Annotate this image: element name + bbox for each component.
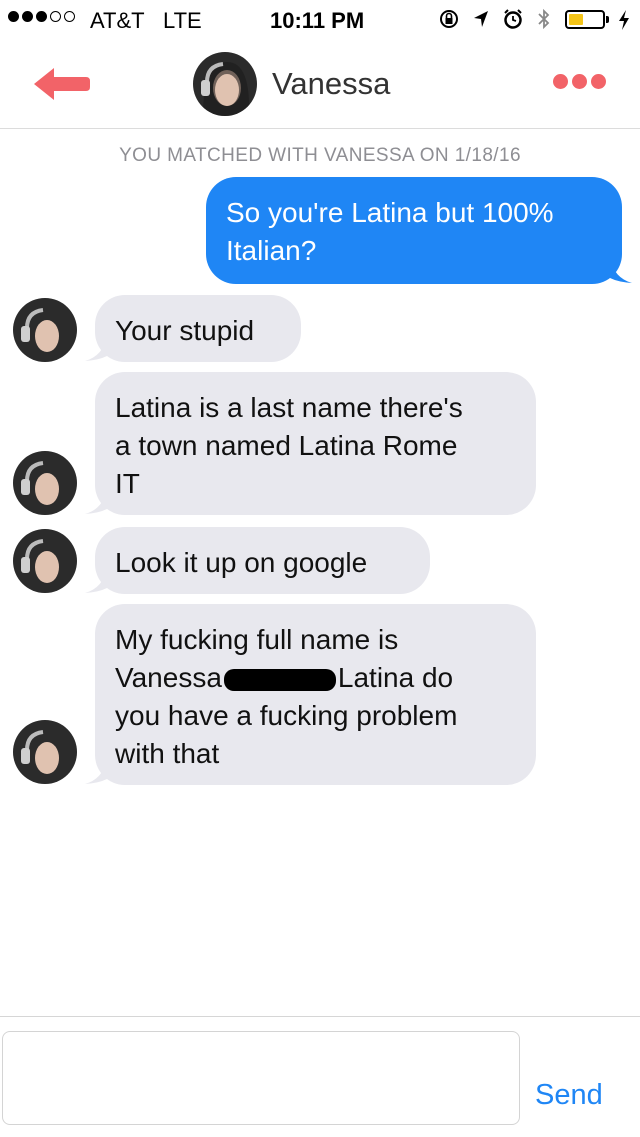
carrier-label: AT&T <box>90 8 145 33</box>
more-options-button[interactable] <box>553 74 606 89</box>
back-button[interactable] <box>30 64 92 104</box>
match-notice: YOU MATCHED WITH VANESSA ON 1/18/16 <box>119 145 521 166</box>
message-line: Italian? <box>226 235 317 266</box>
message-line: My fucking full name is <box>115 624 399 655</box>
message-line: So you're Latina but 100% <box>226 197 554 228</box>
contact-avatar[interactable] <box>13 529 77 593</box>
chat-header: Vanessa <box>0 40 640 129</box>
message-text-fragment: Vanessa <box>115 662 222 693</box>
contact-avatar[interactable] <box>193 52 257 116</box>
status-icons <box>438 7 552 31</box>
contact-avatar[interactable] <box>13 298 77 362</box>
message-line: Your stupid <box>115 315 255 346</box>
message-line: with that <box>115 738 220 769</box>
message-line-redacted: Vanessa Latina do <box>115 659 516 697</box>
battery-tip <box>606 16 609 23</box>
message-line: Latina is a last name there's <box>115 392 463 423</box>
bubble-tail <box>85 489 107 514</box>
battery-icon <box>565 10 605 29</box>
status-time: 10:11 PM <box>270 8 365 33</box>
bubble-tail <box>85 336 107 361</box>
location-arrow-icon <box>474 11 488 27</box>
message-bubble-sent[interactable]: So you're Latina but 100% Italian? <box>206 177 622 284</box>
bubble-tail <box>610 258 632 283</box>
contact-avatar[interactable] <box>13 720 77 784</box>
message-line: a town named Latina Rome <box>115 430 458 461</box>
send-button[interactable]: Send <box>535 1079 603 1112</box>
message-line: you have a fucking problem <box>115 700 458 731</box>
bubble-tail <box>85 759 107 784</box>
message-text-fragment: Latina do <box>337 662 454 693</box>
status-bar: AT&T LTE 10:11 PM <box>0 0 640 40</box>
orientation-lock-icon <box>440 10 458 28</box>
contact-name[interactable]: Vanessa <box>272 66 390 102</box>
signal-strength-icon <box>8 11 75 22</box>
charging-bolt-icon <box>619 10 629 30</box>
message-bubble-received[interactable]: Look it up on google <box>95 527 430 594</box>
redaction-scribble <box>223 668 336 691</box>
ellipsis-icon <box>553 74 568 89</box>
battery-level <box>569 14 583 25</box>
arrow-left-icon <box>34 68 90 100</box>
network-type-label: LTE <box>163 8 202 33</box>
message-line: Look it up on google <box>115 547 368 578</box>
bubble-tail <box>85 568 107 593</box>
alarm-icon <box>504 9 522 29</box>
bluetooth-icon <box>538 8 550 30</box>
message-line: IT <box>115 468 140 499</box>
message-compose-bar: Send <box>0 1016 640 1137</box>
message-input[interactable] <box>2 1031 520 1125</box>
message-bubble-received[interactable]: My fucking full name is Vanessa Latina do… <box>95 604 536 785</box>
contact-avatar[interactable] <box>13 451 77 515</box>
message-bubble-received[interactable]: Latina is a last name there's a town nam… <box>95 372 536 515</box>
message-bubble-received[interactable]: Your stupid <box>95 295 301 362</box>
